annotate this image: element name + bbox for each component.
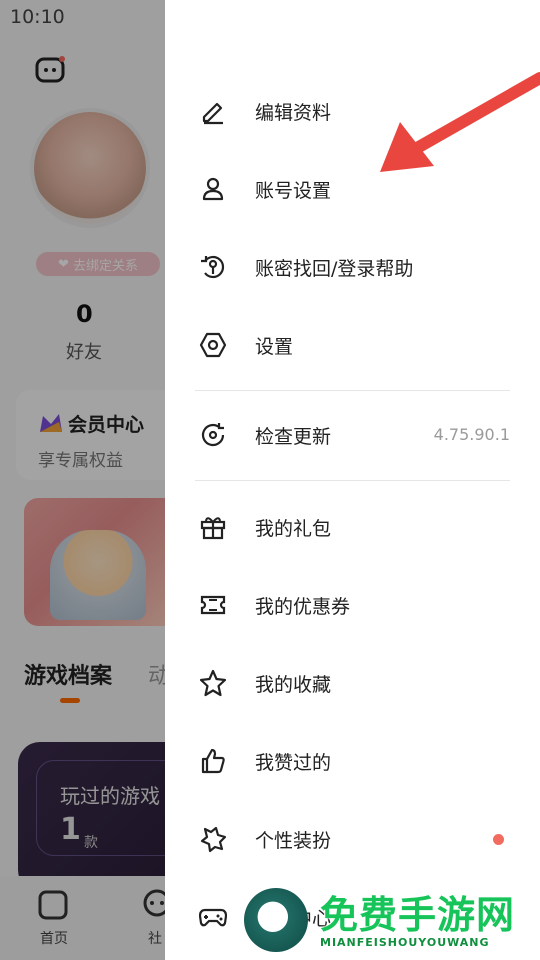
menu-item-my-coupons[interactable]: 我的优惠券 bbox=[165, 570, 540, 640]
puzzle-icon bbox=[200, 826, 227, 853]
user-icon bbox=[202, 177, 224, 201]
menu-item-personal-decoration[interactable]: 个性装扮 bbox=[165, 804, 540, 874]
menu-divider bbox=[195, 390, 510, 391]
menu-label: 我赞过的 bbox=[255, 752, 332, 774]
menu-label: 设置 bbox=[255, 336, 294, 358]
site-watermark: 免费手游网 MIANFEISHOUYOUWANG bbox=[244, 886, 540, 956]
menu-label: 我的优惠券 bbox=[255, 596, 351, 618]
settings-hexagon-icon bbox=[199, 332, 227, 358]
menu-item-account-recovery[interactable]: 账密找回/登录帮助 bbox=[165, 232, 540, 302]
star-icon bbox=[199, 669, 227, 697]
menu-label: 账号设置 bbox=[255, 180, 332, 202]
watermark-title: 免费手游网 bbox=[320, 893, 516, 937]
menu-label: 我的礼包 bbox=[255, 518, 332, 540]
coupon-icon bbox=[200, 595, 226, 615]
menu-item-settings[interactable]: 设置 bbox=[165, 310, 540, 380]
refresh-icon bbox=[201, 423, 225, 447]
watermark-logo-icon bbox=[244, 888, 308, 952]
menu-label: 账密找回/登录帮助 bbox=[255, 258, 414, 280]
menu-label: 我的收藏 bbox=[255, 674, 332, 696]
app-version: 4.75.90.1 bbox=[433, 425, 510, 444]
gamepad-icon bbox=[199, 908, 227, 927]
menu-item-my-favorites[interactable]: 我的收藏 bbox=[165, 648, 540, 718]
gift-icon bbox=[200, 517, 226, 540]
new-badge-dot bbox=[493, 834, 504, 845]
annotation-arrow-icon bbox=[380, 72, 540, 172]
menu-item-my-likes[interactable]: 我赞过的 bbox=[165, 726, 540, 796]
key-recovery-icon bbox=[201, 255, 225, 279]
thumb-up-icon bbox=[201, 748, 225, 774]
menu-item-check-update[interactable]: 检查更新 4.75.90.1 bbox=[165, 400, 540, 470]
menu-item-my-gifts[interactable]: 我的礼包 bbox=[165, 492, 540, 562]
menu-label: 检查更新 bbox=[255, 426, 332, 448]
menu-label: 编辑资料 bbox=[255, 102, 332, 124]
menu-label: 个性装扮 bbox=[255, 830, 332, 852]
menu-divider bbox=[195, 480, 510, 481]
watermark-subtitle: MIANFEISHOUYOUWANG bbox=[320, 936, 490, 949]
pencil-icon bbox=[202, 102, 223, 125]
